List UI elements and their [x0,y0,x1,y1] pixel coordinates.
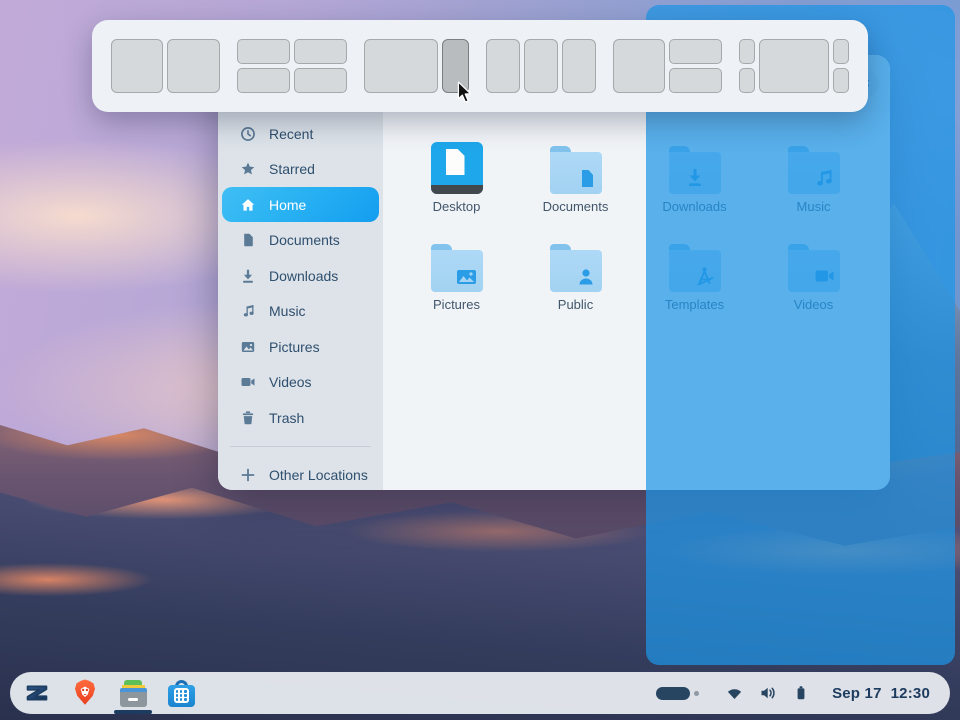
brave-browser-button[interactable] [68,676,102,710]
sidebar-item-label: Starred [269,161,315,177]
desktop-folder-icon [431,142,483,194]
download-icon [240,268,256,284]
layout-tile[interactable] [562,39,596,93]
mouse-cursor [457,81,473,104]
software-store-button[interactable] [164,676,198,710]
time-text: 12:30 [891,685,930,702]
layout-tile[interactable] [364,39,438,93]
layout-option-center-wide-side-strips [739,39,849,93]
sidebar-item-label: Trash [269,410,304,426]
layout-tile[interactable] [294,39,347,64]
layout-tile[interactable] [167,39,220,93]
layout-tile[interactable] [739,68,755,93]
window-tiling-popup [92,20,868,112]
zorin-logo-icon [22,678,52,708]
layout-tile[interactable] [524,39,558,93]
layout-option-wide-left-narrow-right [364,39,469,93]
sidebar-item-downloads[interactable]: Downloads [222,258,379,293]
layout-tile[interactable] [613,39,665,93]
layout-option-grid-2x2 [237,39,347,93]
sidebar-item-trash[interactable]: Trash [222,400,379,435]
wifi-icon[interactable] [726,686,743,701]
layout-tile[interactable] [669,39,722,64]
layout-option-left-column-right-rows [613,39,722,93]
folder-item-pictures[interactable]: Pictures [397,236,516,334]
zorin-menu-button[interactable] [20,676,54,710]
active-app-indicator [114,710,152,714]
layout-tile[interactable] [669,68,722,93]
sidebar-item-label: Downloads [269,268,338,284]
layout-tile[interactable] [237,68,290,93]
folder-item-desktop[interactable]: Desktop [397,138,516,236]
files-app-icon [120,680,147,707]
sidebar-item-label: Other Locations [269,467,368,483]
sidebar-item-other-locations[interactable]: Other Locations [222,457,379,490]
layout-tile[interactable] [833,68,849,93]
sidebar-item-home[interactable]: Home [222,187,379,222]
video-camera-icon [240,374,256,390]
sidebar-item-label: Videos [269,374,312,390]
workspace-indicator-dot[interactable] [694,691,699,696]
folder-label: Documents [543,199,609,214]
files-app-button[interactable] [116,676,150,710]
sidebar-item-label: Pictures [269,339,320,355]
clock-icon [240,126,256,142]
folder-label: Desktop [433,199,481,214]
plus-icon [240,467,256,483]
sidebar-item-documents[interactable]: Documents [222,223,379,258]
home-icon [240,197,256,213]
workspace-indicator-pill[interactable] [656,687,690,700]
sidebar: Recent Starred Home [218,112,383,490]
image-icon [240,339,256,355]
layout-option-two-columns [111,39,220,93]
public-folder-icon [550,244,602,292]
layout-tile[interactable] [739,39,755,64]
layout-option-three-columns [486,39,596,93]
trash-icon [240,410,256,426]
date-text: Sep 17 [832,685,882,702]
sidebar-separator [230,446,371,447]
folder-label: Pictures [433,297,480,312]
volume-icon[interactable] [760,685,776,701]
folder-item-documents[interactable]: Documents [516,138,635,236]
star-icon [240,161,256,177]
sidebar-item-label: Music [269,303,306,319]
documents-folder-icon [550,146,602,194]
sidebar-item-music[interactable]: Music [222,294,379,329]
sidebar-item-label: Documents [269,232,340,248]
desktop-screen: × Recent Starred [0,0,960,720]
taskbar: Sep 17 12:30 [10,672,950,714]
sidebar-item-pictures[interactable]: Pictures [222,329,379,364]
sidebar-item-starred[interactable]: Starred [222,152,379,187]
sidebar-item-videos[interactable]: Videos [222,365,379,400]
layout-tile[interactable] [294,68,347,93]
layout-tile[interactable] [486,39,520,93]
layout-tile[interactable] [759,39,829,93]
layout-tile[interactable] [833,39,849,64]
folder-label: Public [558,297,593,312]
pictures-folder-icon [431,244,483,292]
battery-icon[interactable] [793,685,809,701]
document-icon [240,232,256,248]
layout-tile[interactable] [111,39,163,93]
music-note-icon [240,303,256,319]
folder-item-public[interactable]: Public [516,236,635,334]
sidebar-item-label: Recent [269,126,313,142]
brave-icon [70,677,100,709]
clock[interactable]: Sep 17 12:30 [832,685,930,702]
layout-tile[interactable] [237,39,290,64]
sidebar-item-recent[interactable]: Recent [222,116,379,151]
sidebar-item-label: Home [269,197,306,213]
software-store-icon [168,680,195,707]
